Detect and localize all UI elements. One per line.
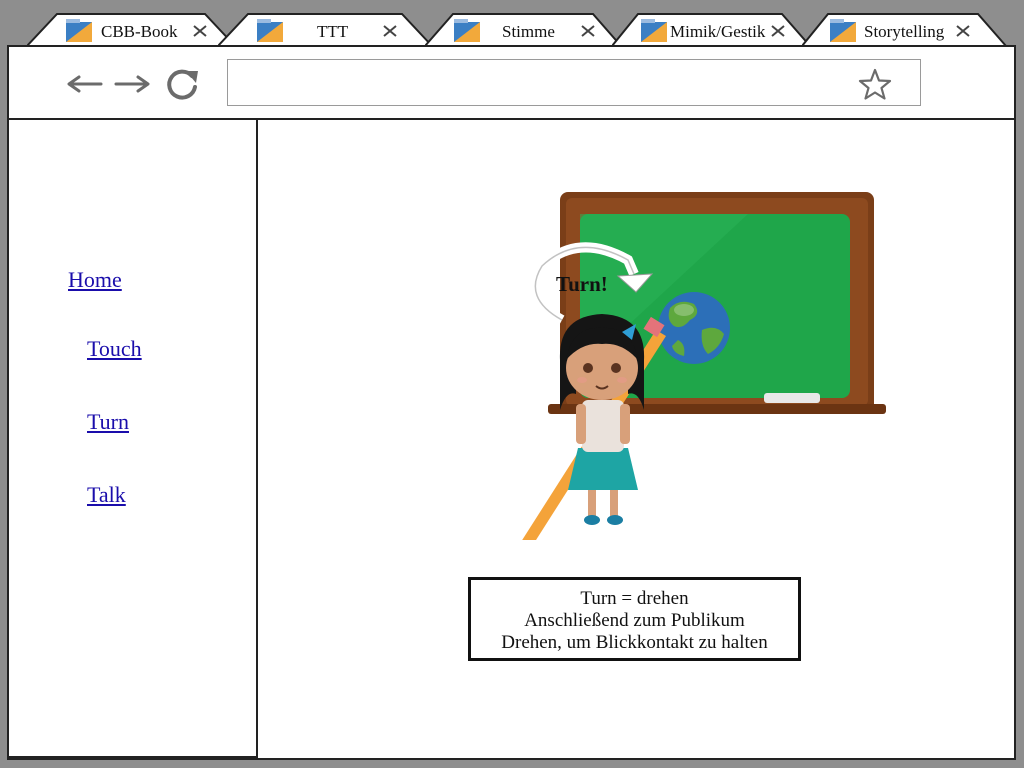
- caption-box: Turn = drehen Anschließend zum Publikum …: [468, 577, 801, 661]
- browser-window: Home Touch Turn Talk Turn! Turn = drehen…: [7, 45, 1016, 760]
- close-icon[interactable]: [192, 23, 208, 39]
- cbb-logo-icon: [454, 19, 480, 42]
- reload-icon[interactable]: [162, 65, 202, 103]
- arrow-right-icon[interactable]: [112, 69, 152, 99]
- caption-line: Anschließend zum Publikum: [524, 610, 745, 631]
- address-bar[interactable]: [227, 59, 921, 106]
- tab-bar: CBB-Book TTT Stimme Mimik/Gestik Storyte…: [0, 0, 1024, 48]
- tab-label: TTT: [317, 22, 349, 41]
- tab-cbb-book[interactable]: CBB-Book: [27, 13, 237, 47]
- sidebar-item-turn[interactable]: Turn: [87, 409, 129, 435]
- main-content: Turn! Turn = drehen Anschließend zum Pub…: [258, 120, 1014, 758]
- cbb-logo-icon: [830, 19, 856, 42]
- girl-chalkboard-illustration: [522, 192, 886, 540]
- tab-label: CBB-Book: [101, 22, 178, 41]
- tab-label: Mimik/Gestik: [670, 22, 766, 41]
- tab-stimme[interactable]: Stimme: [425, 13, 625, 47]
- close-icon[interactable]: [382, 23, 398, 39]
- chalk: [764, 393, 820, 403]
- caption-line: Drehen, um Blickkontakt zu halten: [501, 632, 768, 653]
- tab-label: Storytelling: [864, 22, 945, 41]
- tab-ttt[interactable]: TTT: [218, 13, 440, 47]
- caption-line: Turn = drehen: [580, 588, 689, 609]
- star-icon[interactable]: [858, 68, 892, 100]
- close-icon[interactable]: [955, 23, 971, 39]
- sidebar: Home Touch Turn Talk: [9, 120, 258, 758]
- close-icon[interactable]: [770, 23, 786, 39]
- tab-storytelling[interactable]: Storytelling: [802, 13, 1012, 47]
- cbb-logo-icon: [257, 19, 283, 42]
- arrow-left-icon[interactable]: [65, 69, 105, 99]
- girl-figure: [559, 314, 645, 525]
- close-icon[interactable]: [580, 23, 596, 39]
- globe-icon: [658, 292, 730, 364]
- sidebar-item-home[interactable]: Home: [68, 267, 122, 293]
- cbb-logo-icon: [641, 19, 667, 42]
- turn-label: Turn!: [556, 272, 608, 296]
- tab-mimik-gestik[interactable]: Mimik/Gestik: [612, 13, 814, 47]
- tab-label: Stimme: [502, 22, 555, 41]
- sidebar-item-touch[interactable]: Touch: [87, 336, 142, 362]
- sidebar-item-talk[interactable]: Talk: [87, 482, 126, 508]
- browser-toolbar: [9, 47, 1014, 120]
- cbb-logo-icon: [66, 19, 92, 42]
